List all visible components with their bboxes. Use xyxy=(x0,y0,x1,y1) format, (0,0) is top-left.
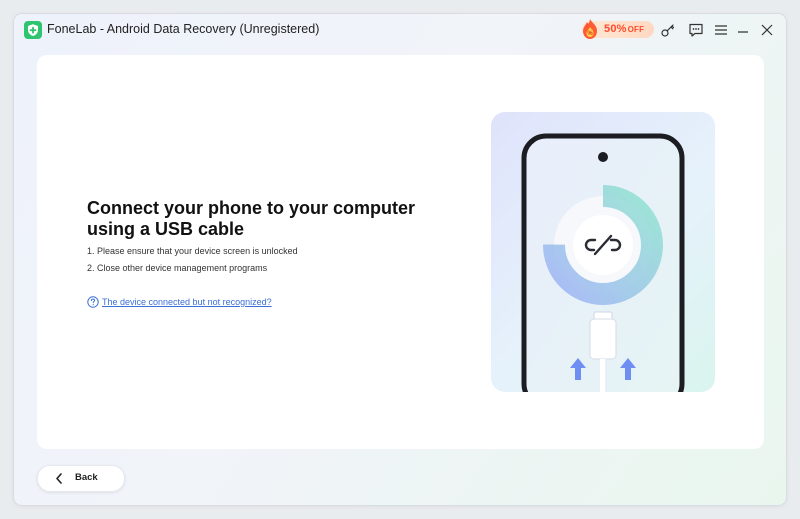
close-icon xyxy=(761,24,773,36)
page-title: Connect your phone to your computer usin… xyxy=(87,198,416,239)
back-button-label: Back xyxy=(75,472,98,483)
help-link-label: The device connected but not recognized? xyxy=(102,297,272,307)
close-button[interactable] xyxy=(759,22,775,38)
menu-icon xyxy=(715,25,727,35)
instructions-list: 1. Please ensure that your device screen… xyxy=(87,245,298,279)
minimize-button[interactable] xyxy=(735,22,751,38)
device-not-recognized-link[interactable]: The device connected but not recognized? xyxy=(87,296,272,308)
chevron-left-icon xyxy=(56,473,62,484)
window-title: FoneLab - Android Data Recovery (Unregis… xyxy=(47,22,320,36)
sale-tag-icon: % xyxy=(583,19,597,39)
promo-percent: 50% xyxy=(604,23,627,35)
question-circle-icon xyxy=(87,296,99,308)
app-logo-icon xyxy=(24,21,42,39)
connect-panel: Connect your phone to your computer usin… xyxy=(37,55,764,449)
instruction-item: 1. Please ensure that your device screen… xyxy=(87,246,298,256)
key-icon xyxy=(661,24,675,37)
phone-usb-graphic xyxy=(521,133,685,392)
register-key-button[interactable] xyxy=(660,22,676,38)
phone-camera xyxy=(598,152,608,162)
back-button[interactable]: Back xyxy=(37,465,125,492)
promo-badge[interactable]: % 50%OFF xyxy=(582,19,654,39)
promo-off-label: OFF xyxy=(627,25,645,34)
svg-text:%: % xyxy=(587,31,593,37)
menu-button[interactable] xyxy=(713,22,729,38)
feedback-icon xyxy=(689,23,703,37)
feedback-button[interactable] xyxy=(688,22,704,38)
app-window: FoneLab - Android Data Recovery (Unregis… xyxy=(14,14,786,505)
title-bar: FoneLab - Android Data Recovery (Unregis… xyxy=(14,14,786,46)
usb-connection-illustration xyxy=(491,112,715,392)
minimize-icon xyxy=(738,31,748,33)
instruction-item: 2. Close other device management program… xyxy=(87,263,268,273)
